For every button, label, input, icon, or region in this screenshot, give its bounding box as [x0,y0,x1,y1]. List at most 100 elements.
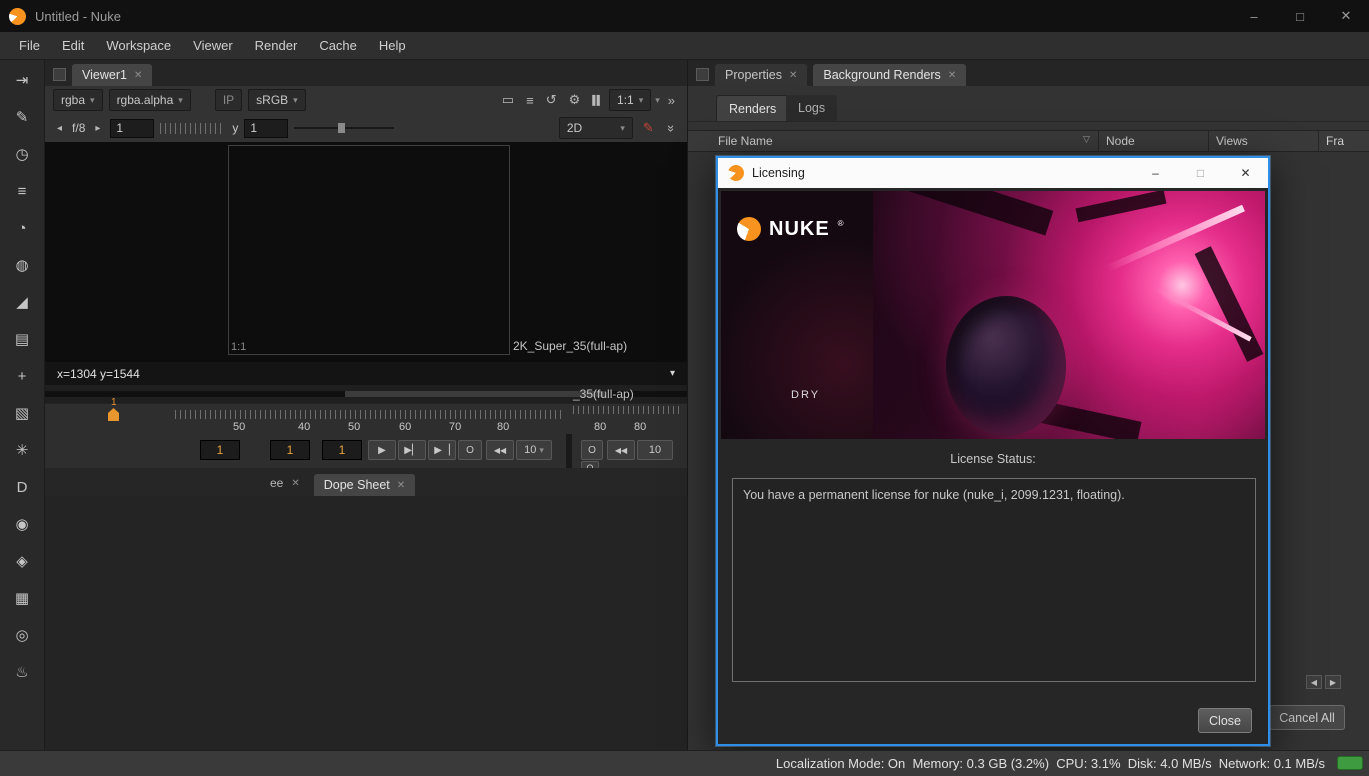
colorspace-dropdown[interactable]: sRGB ▾ [248,89,306,111]
toolbar-time-icon[interactable]: ◷ [10,142,34,166]
gear-icon[interactable]: ⚙ [565,90,585,110]
column-file-name[interactable]: File Name [718,134,773,148]
toolbar-transform-icon[interactable]: + [10,364,34,388]
tab-close-icon[interactable]: ✕ [948,70,956,81]
collapse-chevrons-icon[interactable]: » [662,120,681,135]
dialog-close-action-button[interactable]: Close [1198,708,1252,733]
node-graph[interactable] [45,496,687,750]
first-frame-field[interactable]: 1 [200,440,240,460]
tab-properties[interactable]: Properties ✕ [715,64,807,86]
scroll-right-icon[interactable]: ▶ [1325,675,1341,689]
tab-close-icon[interactable]: ✕ [291,478,299,489]
minimize-button[interactable]: – [1231,0,1277,32]
zoom-dropdown[interactable]: 1:1 ▾ [609,89,651,111]
menu-bar: File Edit Workspace Viewer Render Cache … [0,32,1369,60]
toolbar-toolsets-icon[interactable]: ▦ [10,586,34,610]
panel-menu-icon[interactable] [53,68,66,81]
toolbar-views-icon[interactable]: ◉ [10,512,34,536]
toolbar-deep-icon[interactable]: D [10,475,34,499]
view-mode-dropdown[interactable]: 2D ▾ [559,117,633,139]
menu-help[interactable]: Help [368,33,417,58]
menu-render[interactable]: Render [244,33,309,58]
toolbar-flames-icon[interactable]: ♨ [10,660,34,684]
tab-dope-sheet[interactable]: Dope Sheet ✕ [314,474,415,496]
toolbar-particles-icon[interactable]: ✳ [10,438,34,462]
fps-field[interactable]: 10 ▾ [516,440,552,460]
gamma-slider-handle[interactable] [338,123,345,133]
collapse-chevrons-icon[interactable]: » [664,91,679,110]
rewind-button-secondary[interactable]: ◀◀ [607,440,635,460]
tab-close-icon[interactable]: ✕ [397,480,405,491]
fps-field-secondary[interactable]: 10 [637,440,673,460]
tab-background-renders[interactable]: Background Renders ✕ [813,64,966,86]
toolbar-3d-icon[interactable]: ▧ [10,401,34,425]
menu-workspace[interactable]: Workspace [95,33,182,58]
subtab-renders[interactable]: Renders [716,95,789,121]
column-views[interactable]: Views [1216,134,1248,148]
gamma-slider[interactable] [294,127,394,129]
toolbar-draw-icon[interactable]: ✎ [10,105,34,129]
input-process-toggle[interactable]: IP [215,89,242,111]
toolbar-metadata-icon[interactable]: ◈ [10,549,34,573]
menu-edit[interactable]: Edit [51,33,95,58]
gain-field[interactable]: 1 [110,119,154,138]
play-button[interactable]: ▶ [368,440,396,460]
toolbar-merge-icon[interactable]: ▤ [10,327,34,351]
rows-icon[interactable]: ≡ [522,91,538,110]
toolbar-other-icon[interactable]: ◎ [10,623,34,647]
loop-toggle[interactable]: O [458,440,482,460]
partial-tab-label[interactable]: ee [270,476,283,490]
column-separator[interactable] [1318,131,1319,153]
toolbar-channel-icon[interactable]: ≡ [10,179,34,203]
scroll-handle[interactable] [345,391,605,397]
tab-close-icon[interactable]: ✕ [789,70,797,81]
dialog-minimize-button[interactable]: – [1133,158,1178,188]
tab-close-icon[interactable]: ✕ [134,70,142,81]
dialog-close-button[interactable]: ✕ [1223,158,1268,188]
frame-ruler-secondary[interactable] [573,406,683,414]
toolbar-filter-icon[interactable]: ◍ [10,253,34,277]
layer-dropdown[interactable]: rgba.alpha ▾ [109,89,191,111]
roi-pen-icon[interactable]: ✎ [639,118,658,138]
column-node[interactable]: Node [1106,134,1135,148]
last-frame-field[interactable]: 1 [322,440,362,460]
display-icon[interactable]: ▭ [498,90,518,110]
refresh-icon[interactable]: ↺ [542,90,561,110]
step-forward-button[interactable]: ▶▏ [398,440,426,460]
gain-slider[interactable] [160,123,222,134]
menu-cache[interactable]: Cache [308,33,368,58]
viewer-canvas[interactable]: 1:1 2K_Super_35(full-ap) [45,142,687,362]
rewind-button[interactable]: ◀◀ [486,440,514,460]
panel-menu-icon[interactable] [696,68,709,81]
cancel-all-button[interactable]: Cancel All [1269,705,1345,730]
menu-viewer[interactable]: Viewer [182,33,244,58]
chevron-down-icon[interactable]: ▾ [655,95,660,106]
tab-viewer1[interactable]: Viewer1 ✕ [72,64,152,86]
column-separator[interactable] [1098,131,1099,153]
menu-file[interactable]: File [8,33,51,58]
column-separator[interactable] [1208,131,1209,153]
goto-end-button[interactable]: ▶▕ [428,440,456,460]
toolbar-keyer-icon[interactable]: ◢ [10,290,34,314]
column-frames[interactable]: Fra [1326,134,1344,148]
maximize-button[interactable]: □ [1277,0,1323,32]
channels-dropdown[interactable]: rgba ▾ [53,89,103,111]
prev-arrow-icon[interactable]: ◂ [53,121,66,136]
info-caret-icon[interactable]: ▾ [670,368,675,379]
frame-ruler[interactable] [175,410,565,419]
toolbar-image-icon[interactable]: ⇥ [10,68,34,92]
playhead-marker[interactable] [108,408,119,421]
scroll-left-icon[interactable]: ◀ [1306,675,1322,689]
close-button[interactable]: ✕ [1323,0,1369,32]
next-arrow-icon[interactable]: ▸ [91,121,104,136]
license-text-box[interactable]: You have a permanent license for nuke (n… [732,478,1256,682]
current-frame-field[interactable]: 1 [270,440,310,460]
viewer-pane: Viewer1 ✕ rgba ▾ rgba.alpha ▾ IP sRGB ▾ … [45,60,687,750]
sort-icon[interactable]: ▽ [1083,134,1090,145]
dialog-maximize-button[interactable]: □ [1178,158,1223,188]
toolbar-color-icon[interactable]: ◔ [10,216,34,240]
loop-toggle-secondary[interactable]: O [581,440,603,460]
subtab-logs[interactable]: Logs [786,95,837,121]
pause-icon[interactable]: ▌▌ [588,93,605,107]
gamma-field[interactable]: 1 [244,119,288,138]
